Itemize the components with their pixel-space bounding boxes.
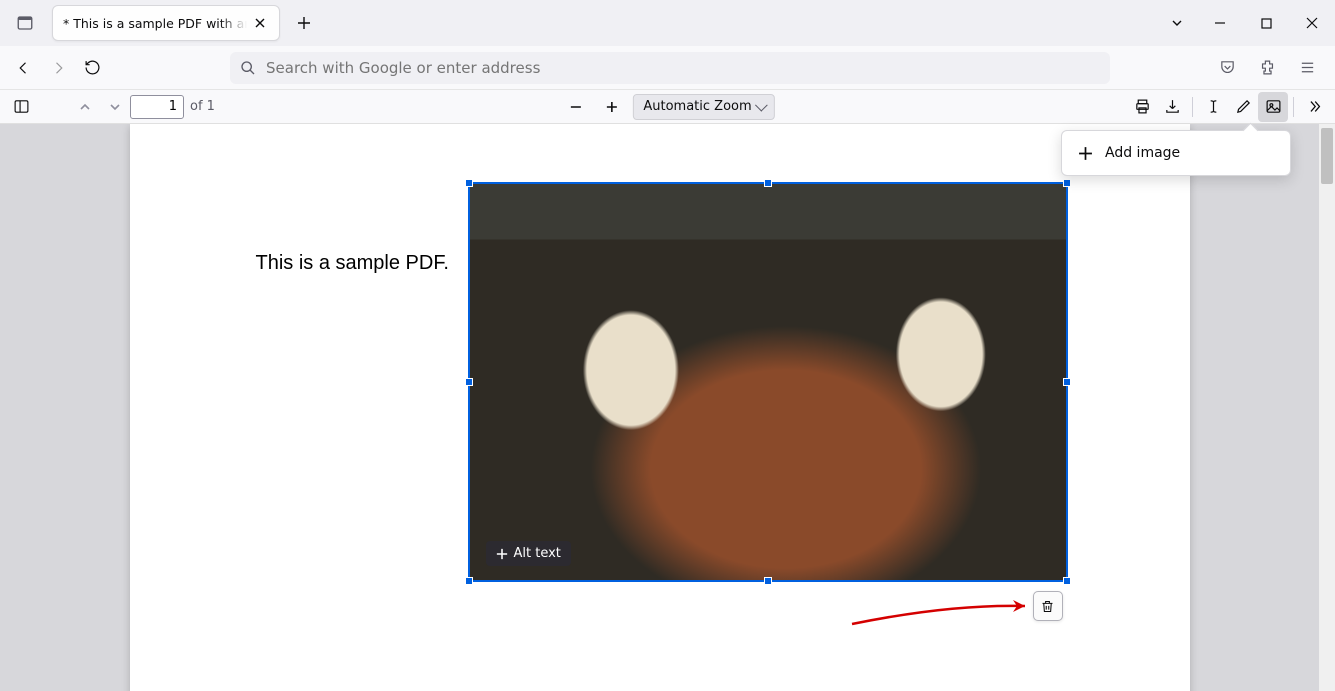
new-tab-button[interactable]: [288, 7, 320, 39]
zoom-controls: Automatic Zoom: [560, 92, 774, 122]
close-icon: [254, 17, 266, 29]
image-annotation-button[interactable]: [1258, 92, 1288, 122]
pdf-text: This is a sample PDF.: [256, 252, 449, 275]
pdf-viewport[interactable]: This is a sample PDF. Alt text: [0, 124, 1319, 691]
zoom-out-button[interactable]: [560, 92, 590, 122]
page-down-button[interactable]: [100, 92, 130, 122]
nav-bar: [0, 46, 1335, 90]
minus-icon: [568, 100, 582, 114]
pdf-page[interactable]: This is a sample PDF. Alt text: [130, 124, 1190, 691]
minimize-icon: [1214, 17, 1226, 29]
url-bar[interactable]: [230, 52, 1110, 84]
search-icon: [240, 60, 256, 76]
list-all-tabs-button[interactable]: [1157, 3, 1197, 43]
image-icon: [1265, 98, 1282, 115]
add-image-label: Add image: [1105, 145, 1180, 161]
print-button[interactable]: [1127, 92, 1157, 122]
back-icon: [15, 59, 33, 77]
inserted-image[interactable]: [470, 184, 1066, 580]
page-count-label: of 1: [190, 99, 215, 114]
toggle-panel-icon: [13, 98, 30, 115]
save-to-pocket-button[interactable]: [1211, 52, 1243, 84]
separator: [1192, 97, 1193, 117]
plus-icon: [1078, 146, 1093, 161]
chevron-down-icon: [1170, 16, 1184, 30]
draw-annotation-button[interactable]: [1228, 92, 1258, 122]
close-icon: [1306, 17, 1318, 29]
pdf-toolbar: of 1 Automatic Zoom: [0, 90, 1335, 124]
chevron-down-icon: [108, 100, 122, 114]
tab-title: * This is a sample PDF with an imag: [63, 16, 247, 31]
page-up-button[interactable]: [70, 92, 100, 122]
page-number-input[interactable]: [130, 95, 184, 119]
resize-handle-tl[interactable]: [465, 179, 473, 187]
add-image-menu-item[interactable]: Add image: [1062, 137, 1290, 169]
secondary-tools-button[interactable]: [1299, 92, 1329, 122]
window-close-button[interactable]: [1289, 0, 1335, 46]
pocket-icon: [1219, 59, 1236, 76]
scrollbar-thumb[interactable]: [1321, 128, 1333, 184]
nav-right-tools: [1207, 52, 1327, 84]
zoom-in-button[interactable]: [596, 92, 626, 122]
tab-close-button[interactable]: [251, 14, 269, 32]
resize-handle-mr[interactable]: [1063, 378, 1071, 386]
app-menu-button[interactable]: [1291, 52, 1323, 84]
reload-button[interactable]: [76, 52, 108, 84]
text-cursor-icon: [1205, 98, 1222, 115]
alt-text-label: Alt text: [514, 546, 561, 561]
trash-icon: [1040, 599, 1055, 614]
chevrons-right-icon: [1306, 98, 1323, 115]
print-icon: [1134, 98, 1151, 115]
zoom-select[interactable]: Automatic Zoom: [632, 94, 774, 120]
download-icon: [1164, 98, 1181, 115]
maximize-icon: [1261, 18, 1272, 29]
resize-handle-bc[interactable]: [764, 577, 772, 585]
zoom-select-label: Automatic Zoom: [643, 99, 751, 114]
vertical-scrollbar[interactable]: [1319, 124, 1335, 691]
plus-icon: [604, 100, 618, 114]
image-tool-dropdown: Add image: [1061, 130, 1291, 176]
pencil-icon: [1235, 98, 1252, 115]
recent-tabs-button[interactable]: [8, 6, 42, 40]
selected-image-annotation[interactable]: Alt text: [468, 182, 1068, 582]
resize-handle-br[interactable]: [1063, 577, 1071, 585]
text-annotation-button[interactable]: [1198, 92, 1228, 122]
reload-icon: [84, 59, 101, 76]
forward-button[interactable]: [42, 52, 74, 84]
resize-handle-bl[interactable]: [465, 577, 473, 585]
alt-text-button[interactable]: Alt text: [486, 541, 571, 566]
download-button[interactable]: [1157, 92, 1187, 122]
delete-image-button[interactable]: [1033, 591, 1063, 621]
resize-handle-tr[interactable]: [1063, 179, 1071, 187]
window-minimize-button[interactable]: [1197, 0, 1243, 46]
extensions-icon: [1259, 59, 1276, 76]
separator: [1293, 97, 1294, 117]
back-button[interactable]: [8, 52, 40, 84]
toggle-sidebar-button[interactable]: [6, 92, 36, 122]
window-maximize-button[interactable]: [1243, 0, 1289, 46]
url-input[interactable]: [266, 59, 1100, 77]
chevron-up-icon: [78, 100, 92, 114]
menu-icon: [1299, 59, 1316, 76]
sidebar-icon: [16, 14, 34, 32]
browser-tab[interactable]: * This is a sample PDF with an imag: [52, 5, 280, 41]
resize-handle-tc[interactable]: [764, 179, 772, 187]
forward-icon: [49, 59, 67, 77]
resize-handle-ml[interactable]: [465, 378, 473, 386]
annotation-arrow: [850, 594, 1040, 634]
tab-strip: * This is a sample PDF with an imag: [0, 0, 1335, 46]
extensions-button[interactable]: [1251, 52, 1283, 84]
plus-icon: [496, 548, 508, 560]
pdf-toolbar-right: [1127, 92, 1329, 122]
plus-icon: [297, 16, 311, 30]
window-controls: [1157, 0, 1335, 46]
